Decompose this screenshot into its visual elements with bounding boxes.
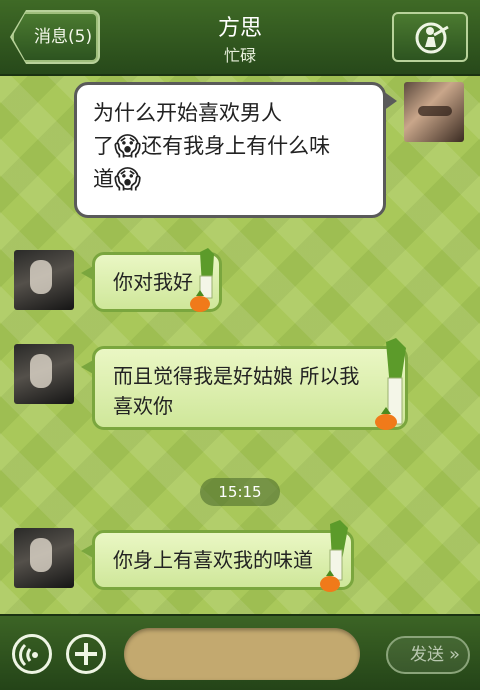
add-button[interactable]: [66, 634, 106, 674]
input-bar: 发送 »: [0, 614, 480, 690]
vegetable-decoration-icon: [320, 520, 348, 592]
scream-emoji-icon: 😱: [114, 165, 142, 195]
plus-icon: [75, 643, 97, 665]
my-avatar[interactable]: [404, 82, 464, 142]
vegetable-decoration-icon: [375, 338, 406, 430]
person-with-bat-icon: [415, 22, 449, 54]
message-bubble-outgoing[interactable]: 为什么开始喜欢男人 了😱还有我身上有什么味 道😱: [74, 82, 397, 218]
voice-icon: [19, 643, 38, 667]
message-bubble-incoming[interactable]: 你身上有喜欢我的味道: [81, 530, 354, 590]
message-text: 你身上有喜欢我的味道: [113, 548, 313, 572]
message-line: 了😱还有我身上有什么味: [93, 130, 367, 163]
message-text: 你对我好: [113, 270, 193, 294]
contact-avatar[interactable]: [14, 250, 74, 310]
chevron-right-icon: »: [448, 644, 460, 665]
message-line: 喜欢你: [113, 394, 173, 418]
message-line: 为什么开始喜欢男人: [93, 101, 282, 125]
send-label: 发送: [410, 645, 444, 665]
contact-avatar[interactable]: [14, 344, 74, 404]
chat-header: 消息(5) 方思 忙碌: [0, 0, 480, 76]
message-text: 了: [93, 134, 114, 158]
message-input[interactable]: [124, 628, 360, 680]
vegetable-decoration-icon: [190, 248, 214, 312]
send-button[interactable]: 发送 »: [386, 636, 470, 674]
message-timestamp: 15:15: [200, 478, 280, 506]
message-bubble-incoming[interactable]: 而且觉得我是好姑娘 所以我 喜欢你: [81, 346, 408, 430]
message-line: 道😱: [93, 163, 367, 196]
scream-emoji-icon: 😱: [114, 132, 142, 162]
message-text: 道: [93, 167, 114, 191]
profile-button[interactable]: [392, 12, 468, 62]
contact-avatar[interactable]: [14, 528, 74, 588]
voice-button[interactable]: [12, 634, 52, 674]
message-line: 而且觉得我是好姑娘 所以我: [113, 364, 360, 388]
message-text: 还有我身上有什么味: [141, 134, 331, 158]
